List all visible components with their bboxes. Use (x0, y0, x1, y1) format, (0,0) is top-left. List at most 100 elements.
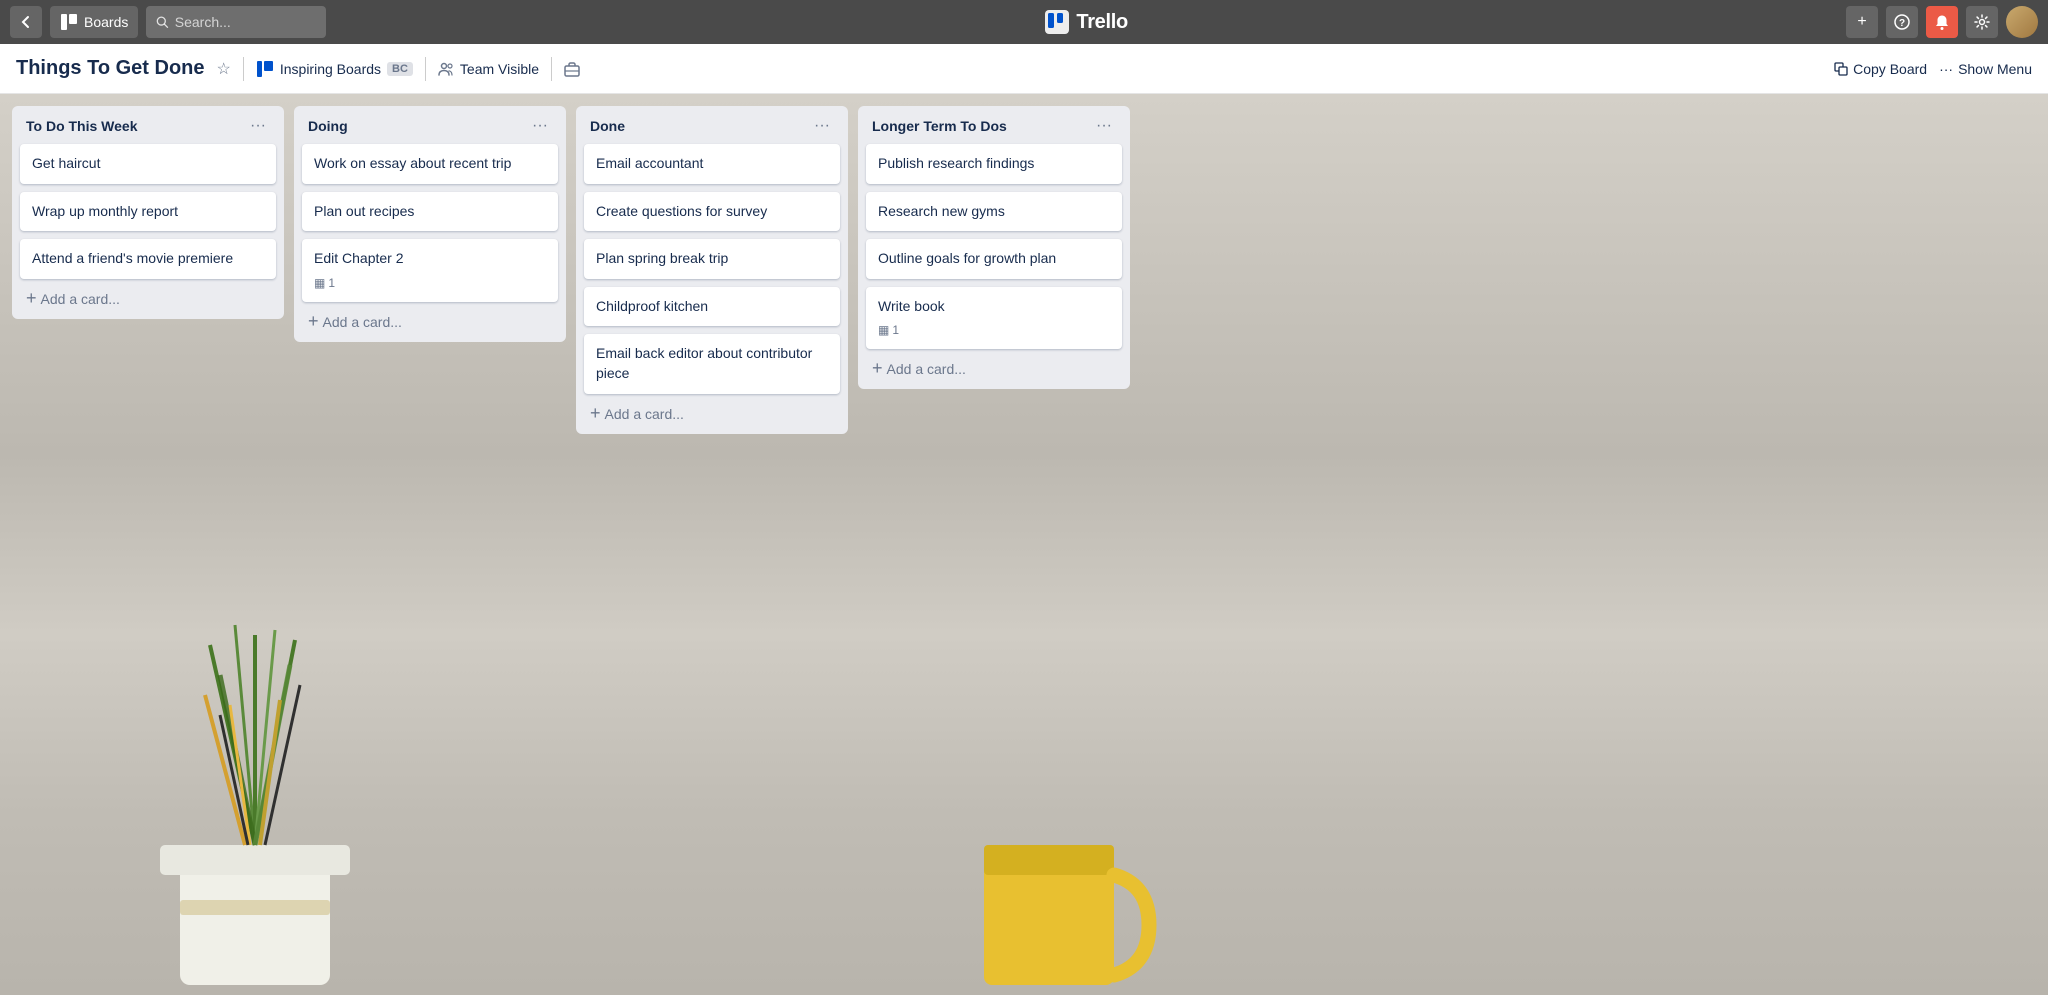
list-title-todo: To Do This Week (26, 118, 138, 134)
add-card-label: Add a card... (605, 406, 684, 422)
add-card-label: Add a card... (887, 361, 966, 377)
card-badge: ▦ 1 (878, 322, 899, 339)
list-done: Done ··· Email accountant Create question… (576, 106, 848, 434)
briefcase-button[interactable] (564, 61, 580, 77)
trello-logo-icon (1044, 9, 1070, 35)
card-text: Publish research findings (878, 155, 1034, 171)
list-longer: Longer Term To Dos ··· Publish research … (858, 106, 1130, 389)
add-button[interactable]: + (1846, 6, 1878, 38)
board-visibility-button[interactable]: Team Visible (438, 61, 539, 77)
card-text: Create questions for survey (596, 203, 767, 219)
search-box[interactable] (146, 6, 326, 38)
header-divider-3 (551, 57, 552, 81)
copy-board-link[interactable]: Copy Board (1834, 61, 1927, 77)
add-icon: + (308, 312, 319, 330)
team-icon (438, 61, 454, 77)
table-row[interactable]: Attend a friend's movie premiere (20, 239, 276, 279)
card-text: Email back editor about contributor piec… (596, 345, 812, 381)
settings-icon (1974, 14, 1990, 30)
search-icon (156, 15, 168, 29)
badge-count: 1 (328, 275, 335, 292)
card-text: Plan out recipes (314, 203, 414, 219)
boards-button[interactable]: Boards (50, 6, 138, 38)
card-text: Write book (878, 298, 945, 314)
add-card-button-doing[interactable]: + Add a card... (294, 306, 566, 338)
table-row[interactable]: Email back editor about contributor piec… (584, 334, 840, 393)
card-badge: ▦ 1 (314, 275, 335, 292)
table-row[interactable]: Get haircut (20, 144, 276, 184)
add-card-label: Add a card... (41, 291, 120, 307)
info-icon: ? (1894, 14, 1910, 30)
table-row[interactable]: Research new gyms (866, 192, 1122, 232)
table-row[interactable]: Outline goals for growth plan (866, 239, 1122, 279)
board-team-button[interactable]: Inspiring Boards BC (256, 60, 413, 78)
add-icon: + (590, 404, 601, 422)
add-card-label: Add a card... (323, 314, 402, 330)
list-doing: Doing ··· Work on essay about recent tri… (294, 106, 566, 342)
list-menu-button-longer[interactable]: ··· (1092, 116, 1116, 136)
add-icon: + (872, 359, 883, 377)
table-row[interactable]: Create questions for survey (584, 192, 840, 232)
table-row[interactable]: Plan spring break trip (584, 239, 840, 279)
board-star-button[interactable]: ☆ (217, 59, 231, 79)
board-scroll-area[interactable]: To Do This Week ··· Get haircut Wrap up m… (0, 94, 2048, 995)
settings-button[interactable] (1966, 6, 1998, 38)
boards-label: Boards (84, 14, 128, 30)
team-badge: BC (387, 62, 413, 76)
list-menu-button-todo[interactable]: ··· (246, 116, 270, 136)
list-menu-button-doing[interactable]: ··· (528, 116, 552, 136)
table-row[interactable]: Write book ▦ 1 (866, 287, 1122, 349)
notification-icon (1934, 14, 1950, 30)
boards-icon (60, 13, 78, 31)
checklist-icon: ▦ (314, 275, 325, 292)
add-card-button-done[interactable]: + Add a card... (576, 398, 848, 430)
card-text: Attend a friend's movie premiere (32, 250, 233, 266)
avatar[interactable] (2006, 6, 2038, 38)
table-row[interactable]: Publish research findings (866, 144, 1122, 184)
checklist-icon: ▦ (878, 322, 889, 339)
visibility-label: Team Visible (460, 61, 539, 77)
add-card-button-longer[interactable]: + Add a card... (858, 353, 1130, 385)
badge-count: 1 (892, 322, 899, 339)
briefcase-icon (564, 61, 580, 77)
table-row[interactable]: Edit Chapter 2 ▦ 1 (302, 239, 558, 301)
search-input[interactable] (175, 14, 317, 30)
card-text: Plan spring break trip (596, 250, 728, 266)
table-row[interactable]: Wrap up monthly report (20, 192, 276, 232)
card-text: Work on essay about recent trip (314, 155, 511, 171)
list-todo: To Do This Week ··· Get haircut Wrap up m… (12, 106, 284, 319)
add-card-button-todo[interactable]: + Add a card... (12, 283, 284, 315)
card-text: Edit Chapter 2 (314, 250, 404, 266)
list-title-doing: Doing (308, 118, 348, 134)
card-text: Get haircut (32, 155, 100, 171)
table-row[interactable]: Work on essay about recent trip (302, 144, 558, 184)
add-icon: + (26, 289, 37, 307)
board-title: Things To Get Done (16, 57, 205, 80)
list-cards-done: Email accountant Create questions for sur… (576, 144, 848, 394)
list-title-done: Done (590, 118, 625, 134)
board-actions-right: Copy Board ··· Show Menu (1834, 61, 2032, 77)
list-cards-doing: Work on essay about recent trip Plan out … (294, 144, 566, 302)
trello-logo: Trello (1044, 9, 1128, 35)
list-menu-button-done[interactable]: ··· (810, 116, 834, 136)
table-row[interactable]: Plan out recipes (302, 192, 558, 232)
show-menu-link[interactable]: ··· Show Menu (1939, 61, 2032, 77)
header-divider-1 (243, 57, 244, 81)
svg-text:?: ? (1899, 18, 1905, 29)
info-button[interactable]: ? (1886, 6, 1918, 38)
card-text: Outline goals for growth plan (878, 250, 1056, 266)
list-title-longer: Longer Term To Dos (872, 118, 1007, 134)
card-text: Research new gyms (878, 203, 1005, 219)
trello-wordmark: Trello (1076, 11, 1128, 34)
back-button[interactable] (10, 6, 42, 38)
team-name: Inspiring Boards (280, 61, 381, 77)
table-row[interactable]: Email accountant (584, 144, 840, 184)
list-cards-todo: Get haircut Wrap up monthly report Attend … (12, 144, 284, 279)
notification-button[interactable] (1926, 6, 1958, 38)
table-row[interactable]: Childproof kitchen (584, 287, 840, 327)
copy-icon (1834, 62, 1848, 76)
card-text: Email accountant (596, 155, 703, 171)
card-text: Childproof kitchen (596, 298, 708, 314)
header-divider-2 (425, 57, 426, 81)
list-cards-longer: Publish research findings Research new gy… (858, 144, 1130, 349)
